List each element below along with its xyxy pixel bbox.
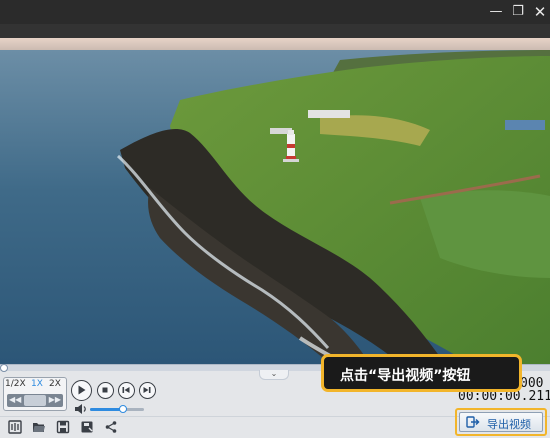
- stop-icon: [102, 387, 108, 393]
- speed-slider-thumb[interactable]: [24, 395, 46, 406]
- timeline-handle[interactable]: [0, 364, 8, 372]
- next-frame-button[interactable]: [139, 382, 156, 399]
- instruction-callout: 点击“导出视频”按钮: [321, 354, 522, 392]
- export-highlight: 导出视频: [455, 408, 547, 436]
- speed-slider[interactable]: ◀◀ ▶▶: [7, 394, 63, 407]
- collapse-chevron-icon[interactable]: ⌄: [259, 370, 289, 380]
- volume-level: [90, 408, 124, 411]
- speed-option-2x[interactable]: 2X: [49, 379, 61, 389]
- maximize-button[interactable]: ❐: [508, 2, 528, 22]
- share-icon[interactable]: [104, 420, 118, 434]
- volume-handle[interactable]: [119, 405, 128, 413]
- previous-frame-icon: [122, 387, 130, 393]
- instruction-callout-text: 点击“导出视频”按钮: [340, 368, 471, 384]
- play-button[interactable]: [71, 380, 92, 401]
- folder-open-icon[interactable]: [32, 420, 46, 434]
- close-button[interactable]: ✕: [530, 2, 550, 22]
- export-video-button[interactable]: 导出视频: [459, 412, 543, 432]
- stop-button[interactable]: [97, 382, 114, 399]
- title-bar: — ❐ ✕: [0, 0, 550, 24]
- split-icon[interactable]: [8, 420, 22, 434]
- volume-icon[interactable]: [74, 403, 88, 415]
- video-preview[interactable]: [0, 38, 550, 364]
- minimize-button[interactable]: —: [486, 2, 506, 22]
- speed-decrease-icon[interactable]: ◀◀: [9, 395, 21, 404]
- export-icon: [466, 416, 480, 428]
- save-icon[interactable]: [56, 420, 70, 434]
- volume-slider[interactable]: [90, 405, 144, 413]
- speed-option-half[interactable]: 1/2X: [5, 379, 26, 389]
- save-as-icon[interactable]: [80, 420, 94, 434]
- speed-option-1x[interactable]: 1X: [31, 379, 43, 389]
- speed-increase-icon[interactable]: ▶▶: [49, 395, 61, 404]
- player-top-band: [0, 24, 550, 38]
- export-video-label: 导出视频: [487, 418, 531, 431]
- speed-control: 1/2X 1X 2X ◀◀ ▶▶: [3, 377, 67, 411]
- video-frame-image: [0, 38, 550, 364]
- next-frame-icon: [143, 387, 151, 393]
- previous-frame-button[interactable]: [118, 382, 135, 399]
- play-icon: [78, 385, 86, 395]
